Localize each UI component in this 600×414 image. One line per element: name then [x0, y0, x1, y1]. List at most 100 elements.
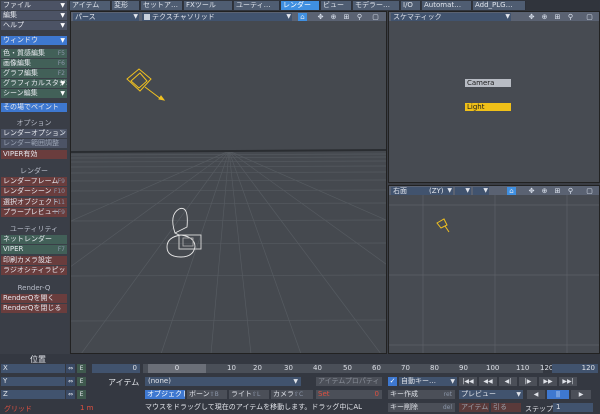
maximize-icon[interactable]: ▢: [371, 13, 380, 21]
radiosity-button[interactable]: ラジオシティラピッド: [1, 266, 67, 275]
tab-modeler[interactable]: モデラー…: [353, 1, 400, 10]
image-editor-button[interactable]: 画像編集 F6: [1, 59, 67, 68]
y-field[interactable]: Y: [1, 377, 65, 386]
enable-viper-button[interactable]: VIPER有効: [1, 150, 67, 159]
home-icon[interactable]: ⌂: [298, 13, 307, 21]
tab-setup[interactable]: セットア…: [141, 1, 183, 10]
zoom-view-icon[interactable]: ⊞: [342, 13, 351, 21]
camera-node[interactable]: Camera: [465, 79, 511, 87]
zoom-view-icon[interactable]: ⊞: [553, 187, 562, 195]
render-mode-dropdown[interactable]: ▼: [455, 187, 471, 195]
network-render-button[interactable]: ネットレンダー: [1, 235, 67, 244]
help-menu[interactable]: ヘルプ ▼: [1, 21, 67, 30]
print-camera-button[interactable]: 印刷カメラ設定: [1, 256, 67, 265]
item-properties-button[interactable]: アイテムプロパティ: [316, 377, 382, 386]
right-viewport[interactable]: 右面 (ZY) ▼ ▼ ▼ ⌂ ✥ ⊕ ⊞ ⚲ ▢: [388, 185, 600, 354]
move-view-icon[interactable]: ✥: [316, 13, 325, 21]
render-options-button[interactable]: レンダーオプション P: [1, 129, 67, 138]
play-button[interactable]: ▶: [571, 390, 591, 399]
camera-mode-button[interactable]: カメラ⇧C: [271, 390, 313, 399]
delete-key-button[interactable]: キー削除 del: [388, 403, 455, 412]
axis-dropdown[interactable]: (ZY) ▼: [427, 187, 453, 195]
view-type-dropdown[interactable]: 右面: [391, 187, 427, 195]
next-frame-button[interactable]: |▶: [519, 377, 537, 386]
preview-dropdown[interactable]: プレビュー ▼: [459, 390, 523, 399]
schematic-viewport[interactable]: スケマティック ▼ ✥ ⊕ ⊞ ⚲ ▢ Camera Light: [388, 11, 600, 183]
move-view-icon[interactable]: ✥: [527, 187, 536, 195]
view-type-dropdown[interactable]: スケマティック ▼: [391, 13, 511, 21]
z-lock-icon[interactable]: ⇔: [66, 390, 75, 399]
maximize-icon[interactable]: ▢: [585, 13, 594, 21]
y-envelope-button[interactable]: E: [77, 377, 86, 386]
object-mode-button[interactable]: オブジェクト⇧O: [145, 390, 185, 399]
render-mode-dropdown[interactable]: テクスチャソリッド ▼: [142, 13, 292, 21]
file-menu[interactable]: ファイル ▼: [1, 1, 67, 10]
render-frame-button[interactable]: レンダーフレーム F9: [1, 177, 67, 186]
rotate-view-icon[interactable]: ⊕: [540, 187, 549, 195]
bone-mode-button[interactable]: ボーン⇧B: [187, 390, 227, 399]
light-object-side[interactable]: [436, 218, 450, 233]
tab-add-plugin[interactable]: Add_PLG…: [473, 1, 526, 10]
render-selected-button[interactable]: 選択オブジェクト F11: [1, 198, 67, 207]
graph-editor-button[interactable]: グラフ編集 F2: [1, 69, 67, 78]
z-field[interactable]: Z: [1, 390, 65, 399]
move-view-icon[interactable]: ✥: [527, 13, 536, 21]
last-frame-button[interactable]: ▶▶|: [559, 377, 577, 386]
end-frame-field[interactable]: 120: [552, 364, 598, 373]
light-mode-button[interactable]: ライト⇧L: [229, 390, 269, 399]
start-frame-field[interactable]: 0: [92, 364, 140, 373]
first-frame-button[interactable]: |◀◀: [459, 377, 477, 386]
blur-preview-button[interactable]: プラープレビュー ⇧F9: [1, 208, 67, 217]
auto-key-dropdown[interactable]: 自動キー… ▼: [399, 377, 457, 386]
play-reverse-button[interactable]: ◀: [527, 390, 545, 399]
x-field[interactable]: X: [1, 364, 65, 373]
search-icon[interactable]: ⚲: [566, 13, 575, 21]
light-node[interactable]: Light: [465, 103, 511, 111]
viper-button[interactable]: VIPER F7: [1, 245, 67, 254]
view-type-dropdown[interactable]: パース ▼: [73, 13, 139, 21]
z-envelope-button[interactable]: E: [77, 390, 86, 399]
timeline-slider[interactable]: 0: [148, 364, 206, 373]
zoom-view-icon[interactable]: ⊞: [553, 13, 562, 21]
paint-in-place-button[interactable]: その場でペイント: [1, 103, 67, 112]
pause-button[interactable]: ||: [547, 390, 569, 399]
search-icon[interactable]: ⚲: [355, 13, 364, 21]
tab-deform[interactable]: 変形: [112, 1, 140, 10]
open-renderq-button[interactable]: RenderQを開く: [1, 294, 67, 303]
step-field[interactable]: 1: [553, 403, 593, 412]
create-key-button[interactable]: キー作成 ret: [388, 390, 455, 399]
surface-editor-button[interactable]: 色・質感編集 F5: [1, 49, 67, 58]
item-dropdown[interactable]: (none) ▼: [145, 377, 301, 386]
tab-io[interactable]: I/O: [401, 1, 421, 10]
next-key-button[interactable]: ▶▶: [539, 377, 557, 386]
tab-utility[interactable]: ユーティ…: [234, 1, 280, 10]
rotate-view-icon[interactable]: ⊕: [329, 13, 338, 21]
y-lock-icon[interactable]: ⇔: [66, 377, 75, 386]
previous-key-button[interactable]: ◀◀: [479, 377, 497, 386]
search-icon[interactable]: ⚲: [566, 187, 575, 195]
perspective-viewport[interactable]: パース ▼ テクスチャソリッド ▼ ⌂ ✥ ⊕ ⊞ ⚲ ▢: [70, 11, 387, 354]
shading-dropdown[interactable]: ▼: [473, 187, 489, 195]
render-scene-button[interactable]: レンダーシーン F10: [1, 187, 67, 196]
x-lock-icon[interactable]: ⇔: [66, 364, 75, 373]
rotate-view-icon[interactable]: ⊕: [540, 13, 549, 21]
scene-editor-button[interactable]: シーン編集 ▼: [1, 89, 67, 98]
edit-menu[interactable]: 編集 ▼: [1, 11, 67, 20]
auto-key-checkbox[interactable]: ✓: [388, 377, 397, 386]
window-menu[interactable]: ウィンドウ ▼: [1, 36, 67, 45]
tab-fx-tools[interactable]: FXツール: [184, 1, 233, 10]
x-envelope-button[interactable]: E: [77, 364, 86, 373]
tab-automation[interactable]: Automat…: [422, 1, 472, 10]
tab-item[interactable]: アイテム: [70, 1, 111, 10]
dopesheet-button[interactable]: 引る: [491, 403, 521, 412]
limited-region-button[interactable]: レンダー範囲調整: [1, 139, 67, 148]
properties-button[interactable]: アイテム: [459, 403, 489, 412]
tab-view[interactable]: ビュー: [321, 1, 352, 10]
tab-render[interactable]: レンダー: [281, 1, 320, 10]
set-frame-button[interactable]: Set 0: [316, 390, 382, 399]
light-object[interactable]: [126, 68, 166, 101]
maximize-icon[interactable]: ▢: [585, 187, 594, 195]
previous-frame-button[interactable]: ◀|: [499, 377, 517, 386]
graphical-studio-button[interactable]: グラフィカルスタジオ ▼: [1, 79, 67, 88]
close-renderq-button[interactable]: RenderQを閉じる: [1, 304, 67, 313]
